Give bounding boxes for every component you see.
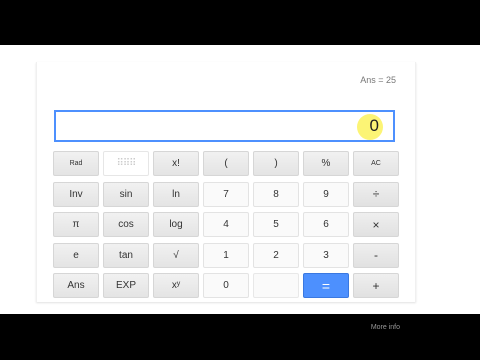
calculator-display[interactable]: 0	[54, 110, 395, 142]
calculator-card: Ans = 25 0 Rad ⠿⠿⠿ x!()% AC Inv sin ln 7 8 9 ÷ π cos…	[36, 62, 416, 331]
ans-readout: Ans = 25	[360, 75, 396, 85]
cos-button[interactable]: cos	[103, 212, 149, 237]
digit-2-button[interactable]: 2	[253, 242, 299, 268]
digit-9-button[interactable]: 9	[303, 181, 349, 207]
digit-1-button[interactable]: 1	[203, 242, 249, 268]
open-paren-button[interactable]: (	[203, 151, 249, 176]
factorial-button[interactable]: x!	[153, 151, 199, 176]
rad-button[interactable]: Rad	[53, 151, 99, 176]
equals-button[interactable]: =	[303, 273, 349, 298]
decimal-button[interactable]	[253, 273, 299, 298]
digit-4-button[interactable]: 4	[203, 212, 249, 237]
digit-5-button[interactable]: 5	[253, 212, 299, 237]
log-button[interactable]: log	[153, 212, 199, 237]
exp-button[interactable]: EXP	[103, 273, 149, 298]
all-clear-button[interactable]: AC	[353, 151, 399, 176]
divide-button[interactable]: ÷	[353, 181, 399, 207]
tan-button[interactable]: tan	[103, 242, 149, 268]
digit-8-button[interactable]: 8	[253, 181, 299, 207]
ans-button[interactable]: Ans	[53, 273, 99, 298]
digit-6-button[interactable]: 6	[303, 212, 349, 237]
more-info-link[interactable]: More info	[371, 324, 400, 331]
power-button[interactable]: xʸ	[153, 273, 199, 298]
close-paren-button[interactable]: )	[253, 151, 299, 176]
digit-0-button[interactable]: 0	[203, 273, 249, 298]
screen-area: Ans = 25 0 Rad ⠿⠿⠿ x!()% AC Inv sin ln 7 8 9 ÷ π cos…	[0, 45, 480, 331]
digit-3-button[interactable]: 3	[303, 242, 349, 268]
e-button[interactable]: e	[53, 242, 99, 268]
add-button[interactable]: +	[353, 273, 399, 298]
sqrt-button[interactable]: √	[153, 242, 199, 268]
inverse-button[interactable]: Inv	[53, 181, 99, 207]
subtract-button[interactable]: -	[353, 242, 399, 268]
deg-button[interactable]: ⠿⠿⠿	[103, 151, 149, 176]
keypad: Rad ⠿⠿⠿ x!()% AC Inv sin ln 7 8 9 ÷ π cos log 4 5 6 × e tan…	[53, 151, 399, 298]
digit-7-button[interactable]: 7	[203, 181, 249, 207]
multiply-button[interactable]: ×	[353, 212, 399, 237]
sin-button[interactable]: sin	[103, 181, 149, 207]
ln-button[interactable]: ln	[153, 181, 199, 207]
pi-button[interactable]: π	[53, 212, 99, 237]
display-value: 0	[369, 116, 379, 135]
percent-button[interactable]: %	[303, 151, 349, 176]
